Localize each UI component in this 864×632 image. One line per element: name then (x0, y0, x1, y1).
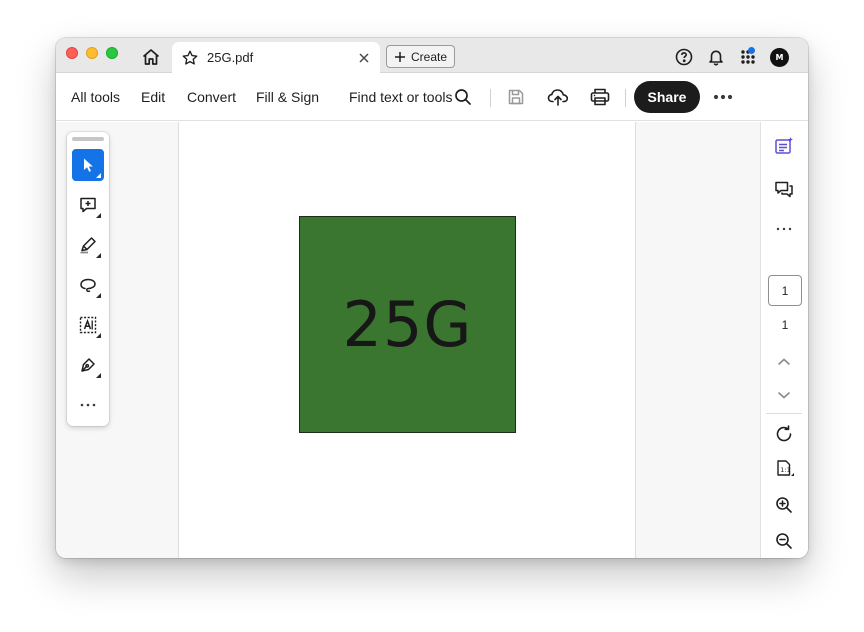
create-label: Create (411, 49, 448, 64)
tool-options-corner (96, 213, 101, 218)
star-icon[interactable] (181, 49, 199, 72)
ai-assistant-button[interactable] (772, 134, 796, 158)
title-bar: 25G.pdf Create M (56, 38, 808, 74)
menu-convert[interactable]: Convert (187, 89, 236, 105)
comments-icon (775, 181, 793, 198)
add-comment-tool-button[interactable] (72, 189, 104, 221)
find-text-button[interactable]: Find text or tools (349, 89, 453, 105)
highlight-tool-button[interactable] (72, 229, 104, 261)
zoom-in-icon (776, 497, 792, 513)
more-horizontal-icon (80, 403, 96, 407)
select-tool-button[interactable] (72, 149, 104, 181)
green-square: 25G (299, 216, 516, 433)
quick-tools-panel (67, 132, 109, 426)
search-button[interactable] (452, 86, 474, 108)
previous-page-button[interactable] (772, 350, 796, 374)
tool-options-corner (96, 293, 101, 298)
tool-options-corner (96, 373, 101, 378)
menu-all-tools[interactable]: All tools (71, 89, 120, 105)
help-icon (675, 48, 693, 66)
zoom-in-button[interactable] (772, 493, 796, 517)
search-icon (455, 89, 471, 105)
lasso-draw-icon (80, 278, 96, 293)
page-fit-button[interactable]: 1:1 (772, 457, 796, 481)
avatar-initials: M (775, 53, 784, 62)
text-box-icon (79, 316, 97, 334)
more-horizontal-icon (776, 227, 792, 231)
avatar[interactable]: M (770, 48, 789, 67)
print-button[interactable] (589, 86, 611, 108)
zoom-out-icon (776, 533, 792, 549)
printer-icon (590, 88, 610, 106)
create-button[interactable]: Create (386, 45, 455, 68)
highlighter-icon (80, 237, 96, 254)
toolbar-divider (625, 89, 626, 107)
text-select-tool-button[interactable] (72, 309, 104, 341)
more-horizontal-icon (713, 94, 733, 100)
main-toolbar: All tools Edit Convert Fill & Sign Find … (56, 73, 808, 121)
zoom-out-button[interactable] (772, 529, 796, 553)
menu-edit[interactable]: Edit (141, 89, 165, 105)
save-icon (508, 89, 524, 105)
page-total: 1 (781, 318, 789, 332)
tool-options-corner (96, 253, 101, 258)
more-tools-button[interactable] (72, 389, 104, 421)
box-text: 25G (342, 288, 473, 361)
rotate-icon (776, 425, 792, 442)
more-options-button[interactable] (712, 86, 734, 108)
tool-options-corner (96, 333, 101, 338)
comment-add-icon (80, 197, 96, 213)
pen-sign-icon (81, 358, 95, 372)
share-button[interactable]: Share (634, 81, 700, 113)
right-gutter (635, 122, 760, 558)
sign-tool-button[interactable] (72, 349, 104, 381)
close-window-button[interactable] (66, 47, 78, 59)
document-tab[interactable]: 25G.pdf (172, 42, 380, 74)
tab-title: 25G.pdf (207, 50, 254, 65)
menu-fill-sign[interactable]: Fill & Sign (256, 89, 319, 105)
page-number-input[interactable]: 1 (768, 275, 802, 306)
draw-tool-button[interactable] (72, 269, 104, 301)
zoom-window-button[interactable] (106, 47, 118, 59)
chevron-down-icon (778, 392, 790, 399)
plus-icon (395, 51, 405, 62)
ai-assistant-icon (775, 137, 793, 154)
more-panels-button[interactable] (772, 217, 796, 241)
minimize-window-button[interactable] (86, 47, 98, 59)
svg-text:1:1: 1:1 (780, 466, 790, 474)
home-icon (142, 49, 160, 65)
cursor-icon (84, 158, 93, 172)
apps-notification-dot (748, 47, 755, 54)
close-tab-icon[interactable] (358, 51, 370, 69)
upload-cloud-button[interactable] (547, 86, 569, 108)
toolbar-divider (490, 89, 491, 107)
notifications-button[interactable] (706, 47, 726, 67)
page-actual-size-icon: 1:1 (777, 460, 794, 476)
save-button[interactable] (505, 86, 527, 108)
acrobat-window: 25G.pdf Create M All tools Edit Convert … (56, 38, 808, 558)
home-button[interactable] (140, 46, 162, 68)
cloud-upload-icon (547, 89, 569, 106)
comments-button[interactable] (772, 178, 796, 202)
rail-divider (766, 413, 802, 414)
chevron-up-icon (778, 358, 790, 365)
tool-options-corner (96, 173, 101, 178)
help-button[interactable] (674, 47, 694, 67)
next-page-button[interactable] (772, 383, 796, 407)
drag-handle[interactable] (72, 137, 104, 141)
bell-icon (709, 50, 723, 66)
rotate-button[interactable] (772, 422, 796, 446)
